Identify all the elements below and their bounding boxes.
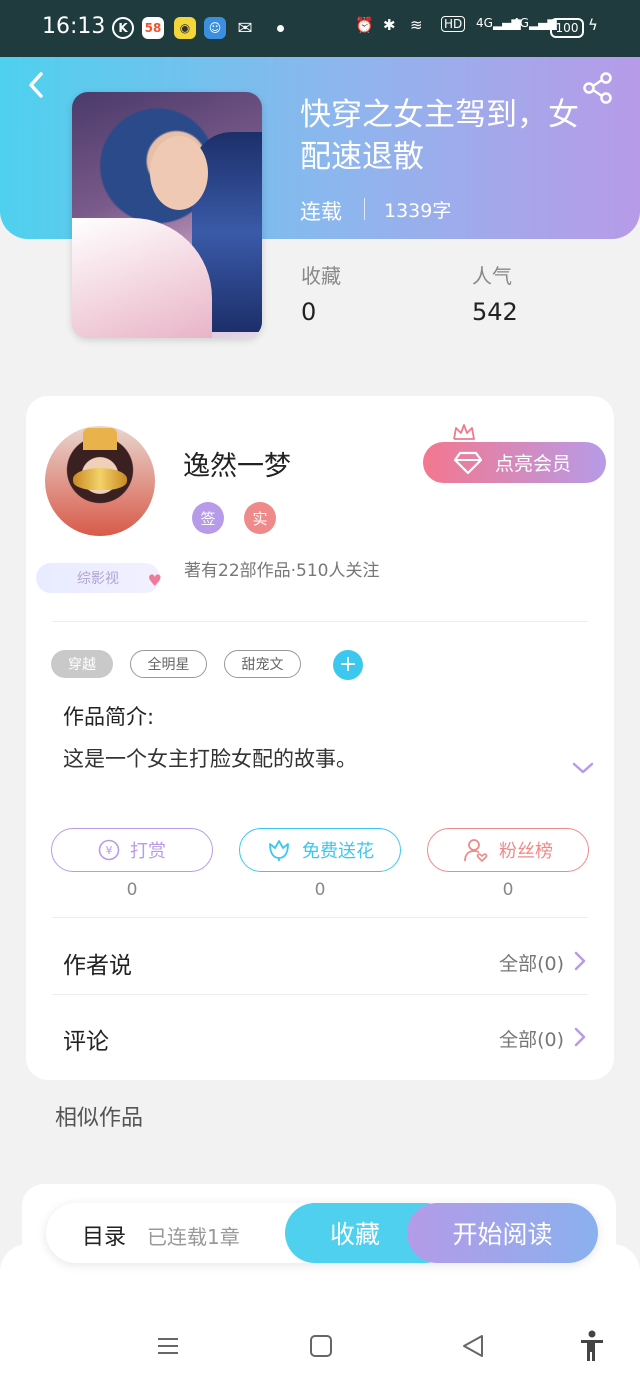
chapter-count: 已连载1章 xyxy=(147,1225,240,1249)
fan-ranking-button[interactable]: 粉丝榜 xyxy=(427,828,589,872)
send-flower-label: 免费送花 xyxy=(302,841,374,862)
expand-chevron-icon[interactable] xyxy=(571,760,595,776)
vip-button[interactable]: 点亮会员 xyxy=(423,442,606,483)
wechat-icon: ✉ xyxy=(237,17,253,39)
svg-text:¥: ¥ xyxy=(106,844,113,857)
bottom-sheet xyxy=(0,1244,640,1387)
reward-label: 打赏 xyxy=(130,841,166,862)
avatar-crown xyxy=(83,428,117,450)
comments-count: 全部(0) xyxy=(499,1029,564,1051)
favorites-value: 0 xyxy=(301,298,317,326)
flower-count: 0 xyxy=(314,880,326,900)
fan-user-icon xyxy=(464,839,488,863)
collect-label: 收藏 xyxy=(329,1220,380,1249)
accessibility-icon[interactable] xyxy=(578,1330,606,1362)
author-avatar[interactable] xyxy=(45,426,155,536)
book-title: 快穿之女主驾到，女配速退散 xyxy=(300,97,579,175)
divider xyxy=(52,917,588,918)
status-time: 16:13 xyxy=(42,14,106,39)
intro-title: 作品简介: xyxy=(63,705,155,729)
genre-badge: 综影视 ♥ xyxy=(36,563,162,593)
qq-app-icon: ☺ xyxy=(204,17,226,39)
genre-badge-label: 综影视 xyxy=(77,571,119,587)
book-cover-image[interactable] xyxy=(72,92,262,338)
flower-icon xyxy=(269,840,289,861)
send-flower-button[interactable]: 免费送花 xyxy=(239,828,401,872)
book-status: 连载 xyxy=(300,200,342,224)
wifi-icon: ≋ xyxy=(410,16,423,34)
similar-works-title: 相似作品 xyxy=(55,1106,144,1131)
home-icon[interactable] xyxy=(308,1333,334,1359)
charging-icon: ϟ xyxy=(588,16,598,34)
tag-chip[interactable]: 穿越 xyxy=(51,650,113,678)
k-app-icon: K xyxy=(112,17,134,39)
signal-1-label: 4G xyxy=(476,16,493,30)
author-name[interactable]: 逸然一梦 xyxy=(183,444,291,483)
intro-text: 这是一个女主打脸女配的故事。 xyxy=(63,747,357,771)
status-bar: 16:13 K 58 ◉ ☺ ✉ ⏰ ✱ ≋ HD 4G ▂▄▆ 4G ▂▄▆ 10… xyxy=(0,0,640,57)
cover-robe xyxy=(72,218,212,338)
menu-icon[interactable] xyxy=(155,1333,181,1359)
fan-ranking-label: 粉丝榜 xyxy=(499,841,553,862)
battery-icon: 100 xyxy=(550,18,584,38)
reward-count: 0 xyxy=(126,880,138,900)
tag-chip[interactable]: 甜宠文 xyxy=(224,650,301,678)
alarm-icon: ⏰ xyxy=(355,16,374,34)
58-app-icon: 58 xyxy=(142,17,164,39)
chevron-right-icon xyxy=(574,951,586,971)
author-notes-count: 全部(0) xyxy=(499,953,564,975)
toc-button[interactable]: 目录 xyxy=(82,1219,126,1251)
comments-label: 评论 xyxy=(63,1029,109,1055)
start-reading-label: 开始阅读 xyxy=(452,1220,553,1249)
start-reading-button[interactable]: 开始阅读 xyxy=(407,1203,598,1263)
popularity-label: 人气 xyxy=(472,264,512,288)
tag-chip[interactable]: 全明星 xyxy=(130,650,207,678)
signal-2-label: 4G xyxy=(512,16,529,30)
diamond-icon xyxy=(453,451,483,475)
signed-badge: 签 xyxy=(192,502,224,534)
chevron-right-icon xyxy=(574,1027,586,1047)
author-notes-label: 作者说 xyxy=(63,953,132,979)
cover-face xyxy=(150,136,208,210)
vip-button-label: 点亮会员 xyxy=(495,453,572,475)
notification-dot-icon xyxy=(277,25,284,32)
hd-icon: HD xyxy=(441,16,466,32)
favorites-label: 收藏 xyxy=(301,264,341,288)
fan-count: 0 xyxy=(502,880,514,900)
book-word-count: 1339字 xyxy=(384,200,452,222)
heart-icon: ♥ xyxy=(147,571,162,590)
divider xyxy=(52,621,588,622)
popularity-value: 542 xyxy=(472,298,518,326)
back-nav-icon[interactable] xyxy=(460,1333,486,1359)
reward-button[interactable]: ¥ 打赏 xyxy=(51,828,213,872)
divider xyxy=(52,994,588,995)
author-meta: 著有22部作品·510人关注 xyxy=(184,561,380,581)
status-divider xyxy=(364,198,365,220)
coin-icon: ¥ xyxy=(98,839,120,861)
add-tag-button[interactable]: + xyxy=(333,650,363,680)
verified-badge: 实 xyxy=(244,502,276,534)
crown-icon xyxy=(453,424,475,440)
bluetooth-icon: ✱ xyxy=(383,16,396,34)
chat-app-icon: ◉ xyxy=(174,17,196,39)
avatar-mask xyxy=(73,468,127,490)
back-icon[interactable] xyxy=(22,70,52,100)
